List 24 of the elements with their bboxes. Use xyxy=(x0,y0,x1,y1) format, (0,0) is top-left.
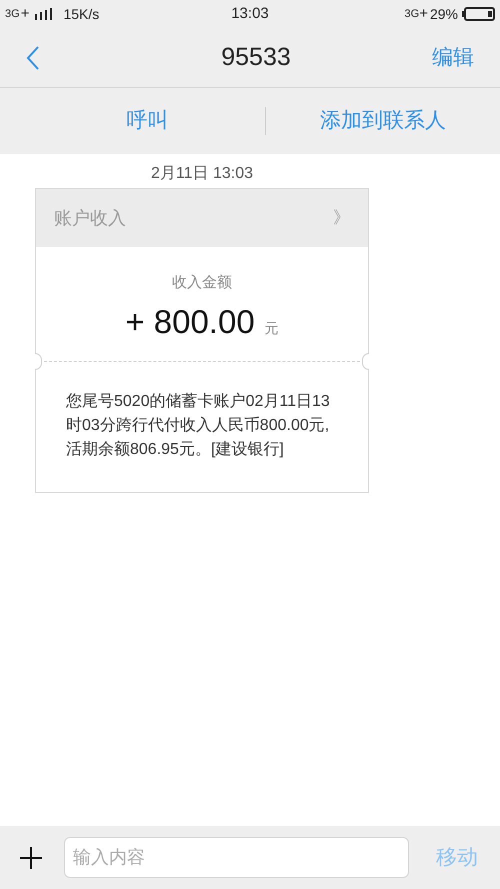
plus-sign: + xyxy=(20,4,30,24)
signal-icon xyxy=(35,8,54,20)
message-input[interactable]: 输入内容 xyxy=(64,837,409,878)
currency-unit: 元 xyxy=(264,318,279,338)
add-contact-button[interactable]: 添加到联系人 xyxy=(266,105,500,137)
network-label: 3G xyxy=(5,6,20,22)
contact-title: 95533 xyxy=(220,42,292,73)
edit-button[interactable]: 编辑 xyxy=(432,42,474,74)
card-header[interactable]: 账户收入 》 xyxy=(36,189,368,247)
add-icon[interactable] xyxy=(20,846,42,868)
card-title: 账户收入 xyxy=(54,206,126,230)
message-body: 您尾号5020的储蓄卡账户02月11日13时03分跨行代付收入人民币800.00元,活期余额806.95元。[建设银行] xyxy=(65,392,331,460)
amount-value: + 800.00 xyxy=(125,302,255,342)
amount-label: 收入金额 xyxy=(172,273,232,293)
battery-icon xyxy=(462,7,495,21)
more-icon: 》 xyxy=(333,205,350,231)
plus-sign: + xyxy=(419,4,428,24)
network-speed: 15K/s xyxy=(63,4,100,24)
clock: 13:03 xyxy=(230,4,270,24)
call-button[interactable]: 呼叫 xyxy=(0,105,264,137)
message-timestamp: 2月11日 13:03 xyxy=(150,164,254,184)
back-icon[interactable] xyxy=(26,46,40,70)
network-label: 3G xyxy=(404,6,420,22)
battery-percent: 29% xyxy=(430,4,458,24)
